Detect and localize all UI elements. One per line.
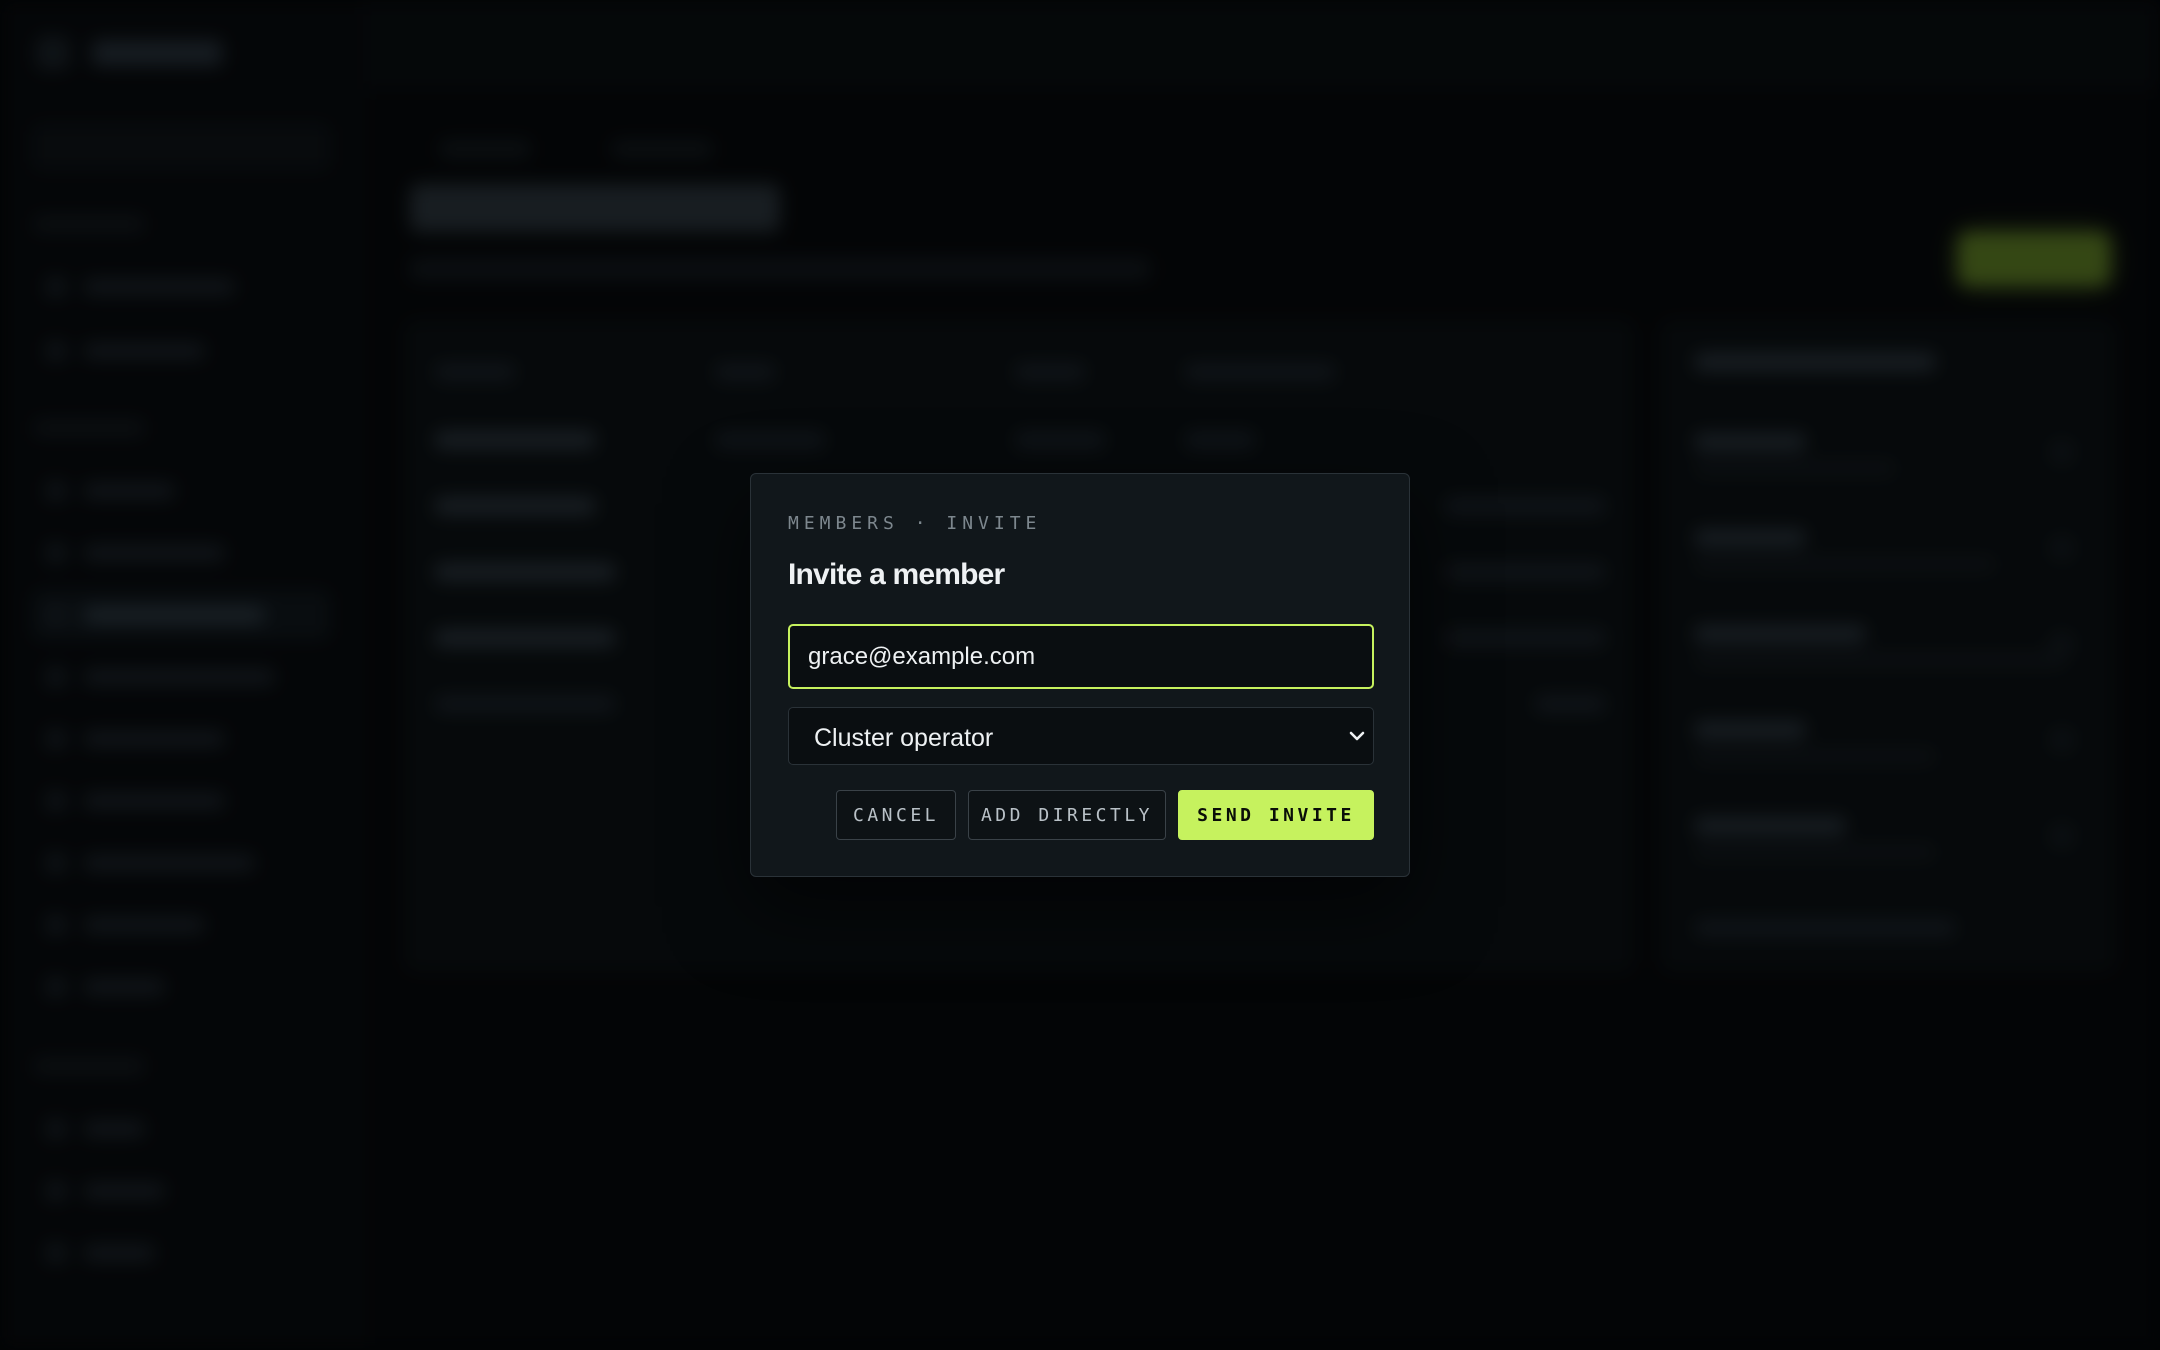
invite-member-dialog: MEMBERS · INVITE Invite a member Cluster… (750, 473, 1410, 877)
role-select-value: Cluster operator (814, 724, 994, 752)
dialog-title: Invite a member (788, 558, 1005, 591)
chevron-down-icon (1345, 724, 1369, 748)
add-directly-button[interactable]: ADD DIRECTLY (968, 790, 1166, 840)
email-field[interactable] (788, 624, 1374, 689)
app-window: MEMBERS · INVITE Invite a member Cluster… (0, 0, 2160, 1350)
dialog-eyebrow: MEMBERS · INVITE (788, 513, 1042, 534)
cancel-button[interactable]: CANCEL (836, 790, 956, 840)
send-invite-button[interactable]: SEND INVITE (1178, 790, 1374, 840)
role-select[interactable]: Cluster operator (788, 707, 1374, 765)
